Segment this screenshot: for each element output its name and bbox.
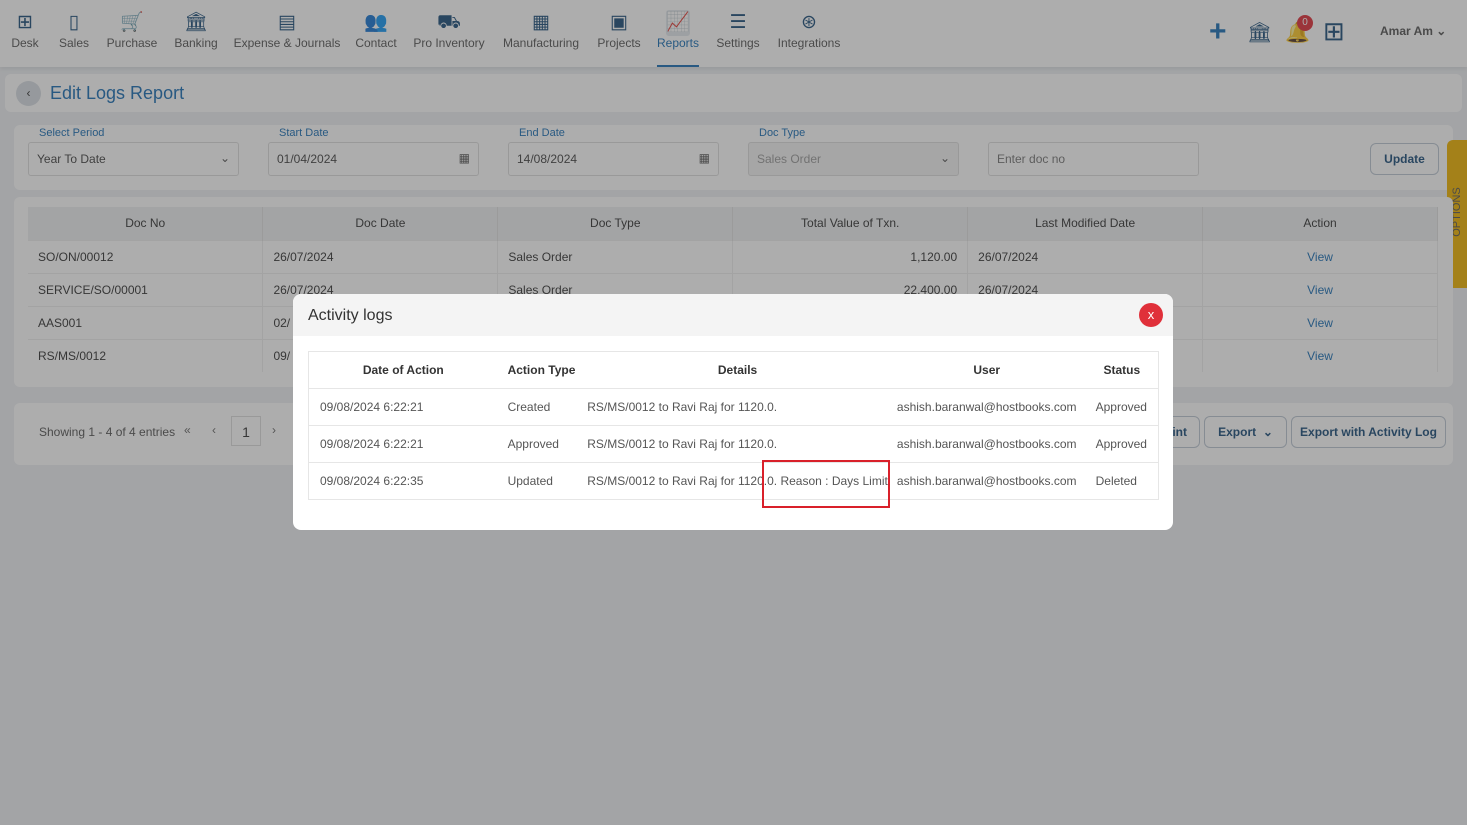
log-cell: ashish.baranwal@hostbooks.com [887,425,1086,463]
log-cell: Created [497,388,588,426]
log-row: 09/08/2024 6:22:21 Created RS/MS/0012 to R… [308,388,1159,426]
log-cell: Updated [497,462,588,500]
log-cell: ashish.baranwal@hostbooks.com [887,388,1086,426]
highlight-box [762,460,890,508]
log-cell: ashish.baranwal@hostbooks.com [887,462,1086,500]
log-cell: Approved [497,425,588,463]
log-column-header: Date of Action [362,363,444,377]
log-cell: RS/MS/0012 to Ravi Raj for 1120.0. [587,425,888,463]
log-cell: 09/08/2024 6:22:21 [308,425,498,463]
activity-logs-modal: Activity logs x Date of Action Action Typ… [293,294,1173,530]
log-cell: 09/08/2024 6:22:35 [308,462,498,500]
log-column-header: Action Type [507,363,576,377]
log-cell: Approved [1085,425,1159,463]
log-cell: RS/MS/0012 to Ravi Raj for 1120.0. [587,388,888,426]
log-row: 09/08/2024 6:22:21 Approved RS/MS/0012 to … [308,425,1159,463]
modal-title: Activity logs [293,294,1173,336]
log-row: 09/08/2024 6:22:35 Updated RS/MS/0012 to R… [308,462,1159,500]
log-column-header: Status [1103,363,1141,377]
close-icon[interactable]: x [1139,303,1163,327]
log-column-header: User [973,363,1001,377]
log-cell: Deleted [1085,462,1159,500]
log-column-header: Details [717,363,758,377]
log-cell: Approved [1085,388,1159,426]
log-cell: 09/08/2024 6:22:21 [308,388,498,426]
activity-log-table: Date of Action Action Type Details User Stat… [308,351,1159,500]
